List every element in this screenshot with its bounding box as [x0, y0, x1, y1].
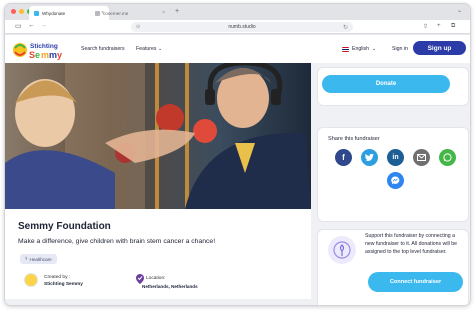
linkedin-icon[interactable]: in: [387, 149, 404, 166]
stichting-semmy-logo[interactable]: Stichting S e m m y: [12, 39, 68, 61]
tab-overview-icon[interactable]: ⧉: [451, 23, 455, 30]
creator-name[interactable]: Stichting Semmy: [44, 282, 83, 287]
web-page: Stichting S e m m y Search fundraisers F…: [5, 35, 470, 305]
nav-search-fundraisers[interactable]: Search fundraisers: [81, 46, 125, 52]
language-label: English: [352, 46, 370, 52]
svg-text:m: m: [41, 50, 49, 60]
tab-coserner[interactable]: coserner.me ×: [90, 6, 170, 20]
browser-window: Whydonate × coserner.me × + ⌄ ▭ ← → ⊙ nu…: [4, 3, 471, 306]
created-by-label: Created by :: [44, 275, 71, 280]
lock-icon: ⊙: [136, 24, 141, 30]
tab-list-chevron-icon[interactable]: ⌄: [457, 7, 462, 14]
site-header: Stichting S e m m y Search fundraisers F…: [5, 35, 470, 63]
tab-title: coserner.me: [103, 10, 129, 16]
new-tab-icon[interactable]: +: [175, 8, 179, 15]
whydonate-favicon-icon: [34, 10, 39, 16]
address-bar[interactable]: ⊙ numb.studio ↻: [131, 22, 353, 32]
nav-features[interactable]: Features ⌄: [136, 46, 162, 52]
minimize-window-button[interactable]: [19, 9, 24, 14]
language-selector[interactable]: English ⌄: [342, 46, 376, 52]
signup-button[interactable]: Sign up: [413, 41, 466, 55]
support-description: Support this fundraiser by connecting a …: [365, 233, 457, 255]
uk-flag-icon: [342, 46, 349, 52]
svg-text:y: y: [57, 50, 62, 60]
fundraiser-card: Semmy Foundation Make a difference, give…: [5, 63, 311, 299]
nav-features-label: Features: [136, 46, 157, 52]
whatsapp-icon[interactable]: [439, 149, 456, 166]
twitter-icon[interactable]: [361, 149, 378, 166]
location-label: Location:: [146, 276, 166, 281]
location-pin-icon: [136, 274, 144, 284]
tab-title: Whydonate: [42, 10, 66, 16]
tab-strip: Whydonate × coserner.me × + ⌄: [5, 4, 470, 20]
url-text: numb.studio: [228, 24, 256, 30]
healthcare-icon: ⚕: [25, 256, 28, 261]
facebook-icon[interactable]: f: [335, 149, 352, 166]
messenger-icon[interactable]: [387, 172, 404, 189]
location-value: Netherlands, Netherlands: [142, 284, 198, 289]
share-card: Share this fundraiser f in: [318, 128, 468, 221]
svg-text:Stichting: Stichting: [30, 43, 58, 50]
fundraiser-hero-image[interactable]: [5, 63, 311, 209]
connect-tree-icon: [328, 236, 356, 264]
forward-arrow-icon[interactable]: →: [40, 22, 47, 29]
signin-link[interactable]: Sign in: [392, 46, 408, 52]
fundraiser-title: Semmy Foundation: [18, 221, 111, 232]
back-arrow-icon[interactable]: ←: [28, 22, 35, 29]
add-tab-icon[interactable]: +: [437, 23, 441, 29]
close-tab-icon[interactable]: ×: [162, 10, 165, 16]
close-window-button[interactable]: [11, 9, 16, 14]
creator-avatar[interactable]: [24, 273, 38, 287]
category-chip[interactable]: ⚕ Healthcare: [20, 254, 57, 264]
browser-toolbar: ▭ ← → ⊙ numb.studio ↻ ⇧ + ⧉: [5, 20, 470, 34]
site-favicon-icon: [95, 10, 100, 16]
email-icon[interactable]: [413, 149, 430, 166]
fundraiser-subtitle: Make a difference, give children with br…: [18, 238, 216, 245]
category-label: Healthcare: [29, 256, 52, 262]
connect-fundraiser-button[interactable]: Connect fundraiser: [368, 272, 463, 292]
reload-icon[interactable]: ↻: [343, 24, 348, 31]
chevron-down-icon: ⌄: [372, 46, 377, 52]
sidebar-toggle-icon[interactable]: ▭: [15, 22, 22, 30]
svg-text:e: e: [35, 50, 40, 60]
donate-button[interactable]: Donate: [322, 75, 450, 93]
support-card: Support this fundraiser by connecting a …: [318, 230, 468, 305]
chevron-down-icon: ⌄: [157, 46, 163, 52]
share-title: Share this fundraiser: [328, 136, 380, 142]
donate-card: Donate: [318, 68, 468, 105]
share-page-icon[interactable]: ⇧: [423, 23, 428, 30]
svg-text:m: m: [49, 50, 57, 60]
